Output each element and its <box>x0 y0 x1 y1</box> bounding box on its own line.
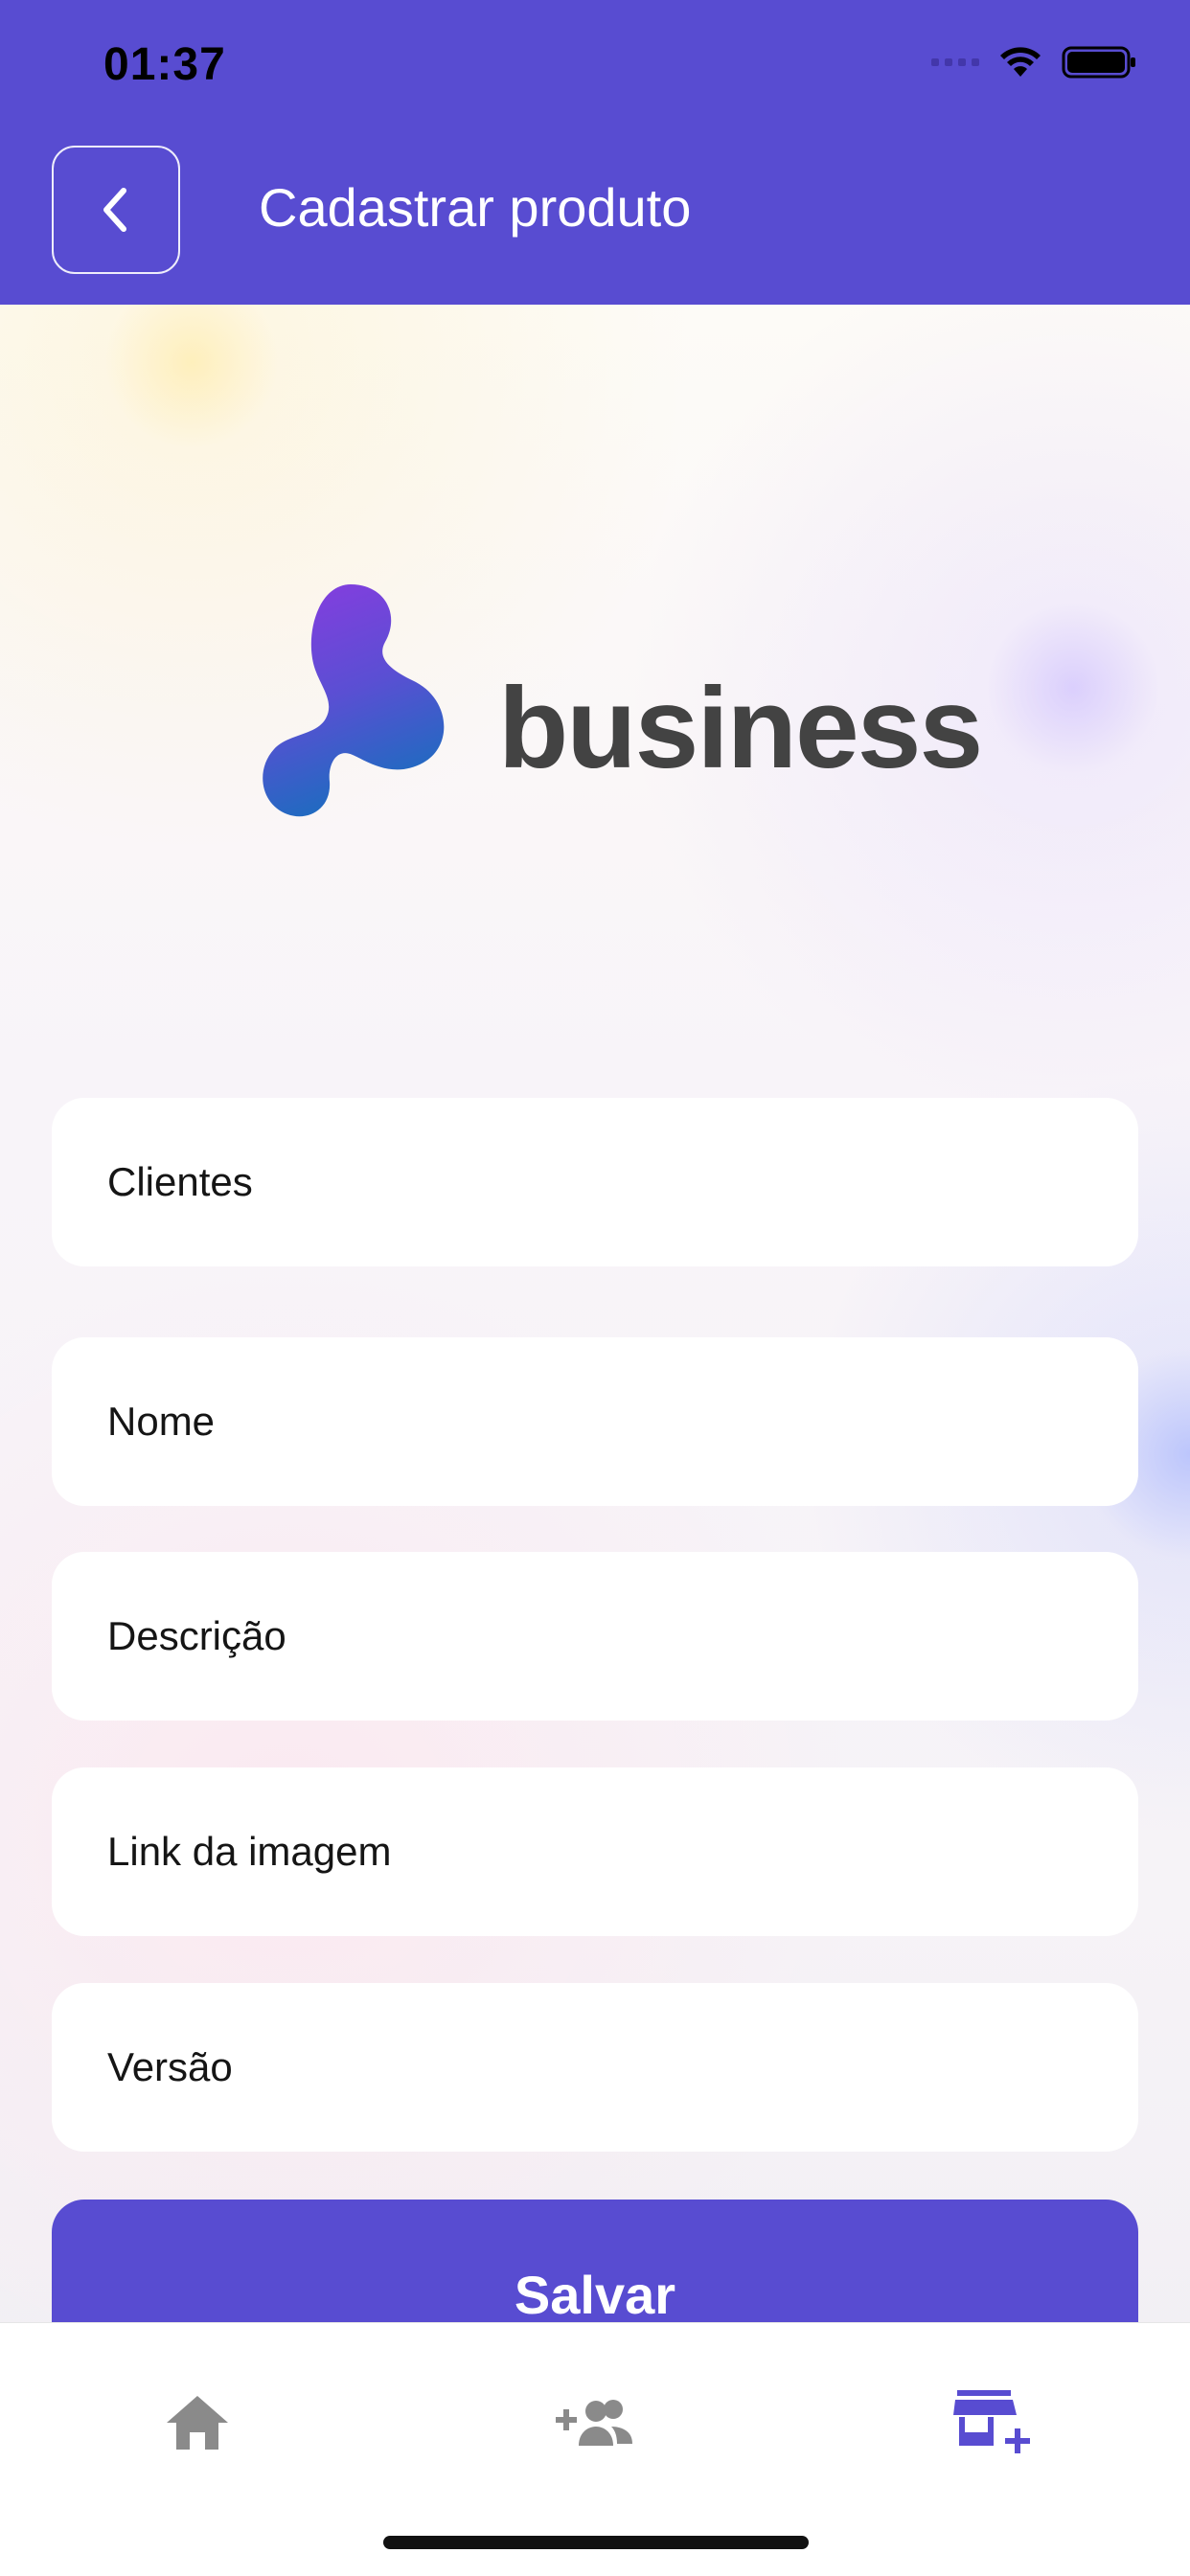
clientes-field[interactable] <box>52 1098 1138 1266</box>
status-time: 01:37 <box>103 39 226 90</box>
app-header: Cadastrar produto <box>0 134 1190 305</box>
back-button[interactable] <box>52 146 180 274</box>
versao-input[interactable] <box>105 2043 1138 2091</box>
logo-text: business <box>498 664 983 792</box>
versao-field[interactable] <box>52 1983 1138 2152</box>
battery-icon <box>1062 46 1135 79</box>
tab-add-store[interactable] <box>945 2384 1041 2461</box>
link-imagem-field[interactable] <box>52 1767 1138 1936</box>
save-button-label: Salvar <box>514 2265 676 2325</box>
cellular-signal-icon <box>931 58 979 66</box>
home-indicator <box>383 2536 809 2549</box>
add-users-icon <box>556 2400 632 2446</box>
tab-home[interactable] <box>149 2384 245 2461</box>
tab-add-users[interactable] <box>546 2384 642 2461</box>
page-title: Cadastrar produto <box>259 177 692 238</box>
status-icons <box>931 44 1138 80</box>
logo-mark-icon <box>263 584 445 817</box>
descricao-input[interactable] <box>105 1612 1138 1660</box>
home-icon <box>167 2396 228 2450</box>
business-logo: business <box>259 575 983 824</box>
nome-field[interactable] <box>52 1337 1138 1506</box>
add-store-icon <box>953 2390 1030 2453</box>
chevron-left-icon <box>103 188 126 232</box>
clientes-input[interactable] <box>105 1158 1138 1206</box>
nome-input[interactable] <box>105 1398 1138 1446</box>
descricao-field[interactable] <box>52 1552 1138 1721</box>
status-bar: 01:37 <box>0 0 1190 134</box>
wifi-icon <box>1000 47 1041 77</box>
link-imagem-input[interactable] <box>105 1828 1138 1876</box>
